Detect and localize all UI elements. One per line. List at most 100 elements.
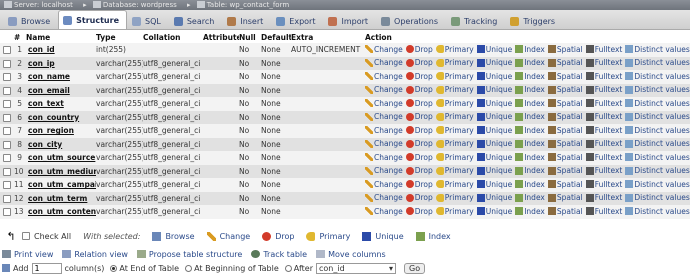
action-change[interactable]: Change [365, 112, 403, 121]
relation-view-link[interactable]: Relation view [62, 250, 128, 259]
action-index[interactable]: Index [515, 99, 545, 108]
action-fulltext[interactable]: Fulltext [585, 139, 622, 148]
row-checkbox[interactable] [3, 194, 11, 203]
action-fulltext[interactable]: Fulltext [585, 166, 622, 175]
action-fulltext[interactable]: Fulltext [585, 45, 622, 54]
action-spatial[interactable]: Spatial [547, 207, 583, 216]
propose-structure-link[interactable]: Propose table structure [136, 250, 242, 259]
action-index[interactable]: Index [515, 85, 545, 94]
column-name-link[interactable]: con_region [26, 124, 96, 138]
action-unique[interactable]: Unique [476, 112, 512, 121]
column-name-link[interactable]: con_ip [26, 56, 96, 70]
bulk-index-button[interactable]: Index [415, 231, 451, 241]
action-primary[interactable]: Primary [435, 193, 474, 202]
column-name-link[interactable]: con_utm_source [26, 151, 96, 165]
action-distinct-values[interactable]: Distinct values [625, 112, 690, 121]
action-index[interactable]: Index [515, 153, 545, 162]
action-change[interactable]: Change [365, 193, 403, 202]
at-end-label[interactable]: At End of Table [119, 264, 179, 273]
action-spatial[interactable]: Spatial [547, 99, 583, 108]
action-index[interactable]: Index [515, 58, 545, 67]
action-primary[interactable]: Primary [435, 72, 474, 81]
tab-operations[interactable]: Operations [376, 12, 446, 29]
row-checkbox[interactable] [3, 46, 11, 55]
column-name-link[interactable]: con_utm_medium [26, 164, 96, 178]
tab-insert[interactable]: Insert [222, 12, 271, 29]
row-checkbox[interactable] [3, 73, 11, 82]
action-change[interactable]: Change [365, 99, 403, 108]
action-drop[interactable]: Drop [405, 112, 433, 121]
column-name-link[interactable]: con_city [26, 137, 96, 151]
action-distinct-values[interactable]: Distinct values [625, 193, 690, 202]
row-checkbox[interactable] [3, 127, 11, 136]
tab-structure[interactable]: Structure [58, 10, 127, 29]
print-view-link[interactable]: Print view [2, 250, 53, 259]
action-fulltext[interactable]: Fulltext [585, 72, 622, 81]
action-change[interactable]: Change [365, 153, 403, 162]
at-beginning-label[interactable]: At Beginning of Table [194, 264, 279, 273]
row-checkbox[interactable] [3, 154, 11, 163]
bulk-browse-button[interactable]: Browse [152, 231, 195, 241]
action-primary[interactable]: Primary [435, 207, 474, 216]
column-name-link[interactable]: con_utm_campain [26, 178, 96, 192]
action-drop[interactable]: Drop [405, 193, 433, 202]
action-primary[interactable]: Primary [435, 112, 474, 121]
action-primary[interactable]: Primary [435, 153, 474, 162]
at-beginning-radio[interactable] [185, 264, 193, 272]
action-index[interactable]: Index [515, 207, 545, 216]
action-change[interactable]: Change [365, 180, 403, 189]
action-fulltext[interactable]: Fulltext [585, 85, 622, 94]
action-fulltext[interactable]: Fulltext [585, 126, 622, 135]
action-primary[interactable]: Primary [435, 85, 474, 94]
action-spatial[interactable]: Spatial [547, 85, 583, 94]
action-change[interactable]: Change [365, 207, 403, 216]
row-checkbox[interactable] [3, 86, 11, 95]
action-distinct-values[interactable]: Distinct values [625, 139, 690, 148]
action-spatial[interactable]: Spatial [547, 45, 583, 54]
bulk-unique-button[interactable]: Unique [362, 231, 404, 241]
action-distinct-values[interactable]: Distinct values [625, 45, 690, 54]
action-drop[interactable]: Drop [405, 72, 433, 81]
action-drop[interactable]: Drop [405, 207, 433, 216]
action-primary[interactable]: Primary [435, 58, 474, 67]
action-spatial[interactable]: Spatial [547, 153, 583, 162]
tab-tracking[interactable]: Tracking [446, 12, 505, 29]
tab-browse[interactable]: Browse [3, 12, 58, 29]
action-distinct-values[interactable]: Distinct values [625, 166, 690, 175]
action-unique[interactable]: Unique [476, 166, 512, 175]
row-checkbox[interactable] [3, 181, 11, 190]
action-index[interactable]: Index [515, 126, 545, 135]
row-checkbox[interactable] [3, 140, 11, 149]
action-primary[interactable]: Primary [435, 99, 474, 108]
action-distinct-values[interactable]: Distinct values [625, 126, 690, 135]
action-change[interactable]: Change [365, 139, 403, 148]
action-drop[interactable]: Drop [405, 58, 433, 67]
action-unique[interactable]: Unique [476, 126, 512, 135]
action-unique[interactable]: Unique [476, 139, 512, 148]
action-distinct-values[interactable]: Distinct values [625, 180, 690, 189]
action-fulltext[interactable]: Fulltext [585, 180, 622, 189]
column-name-link[interactable]: con_id [26, 43, 96, 57]
action-index[interactable]: Index [515, 193, 545, 202]
action-primary[interactable]: Primary [435, 166, 474, 175]
row-checkbox[interactable] [3, 59, 11, 68]
action-spatial[interactable]: Spatial [547, 166, 583, 175]
action-distinct-values[interactable]: Distinct values [625, 207, 690, 216]
action-index[interactable]: Index [515, 180, 545, 189]
action-primary[interactable]: Primary [435, 139, 474, 148]
action-unique[interactable]: Unique [476, 85, 512, 94]
action-drop[interactable]: Drop [405, 45, 433, 54]
action-drop[interactable]: Drop [405, 153, 433, 162]
action-index[interactable]: Index [515, 45, 545, 54]
track-table-link[interactable]: Track table [251, 250, 307, 259]
move-columns-link[interactable]: Move columns [316, 250, 386, 259]
tab-import[interactable]: Import [323, 12, 376, 29]
go-button[interactable]: Go [404, 262, 426, 274]
column-name-link[interactable]: con_text [26, 97, 96, 111]
column-name-link[interactable]: con_utm_content [26, 205, 96, 219]
action-unique[interactable]: Unique [476, 58, 512, 67]
action-spatial[interactable]: Spatial [547, 72, 583, 81]
action-change[interactable]: Change [365, 166, 403, 175]
action-drop[interactable]: Drop [405, 126, 433, 135]
action-index[interactable]: Index [515, 112, 545, 121]
